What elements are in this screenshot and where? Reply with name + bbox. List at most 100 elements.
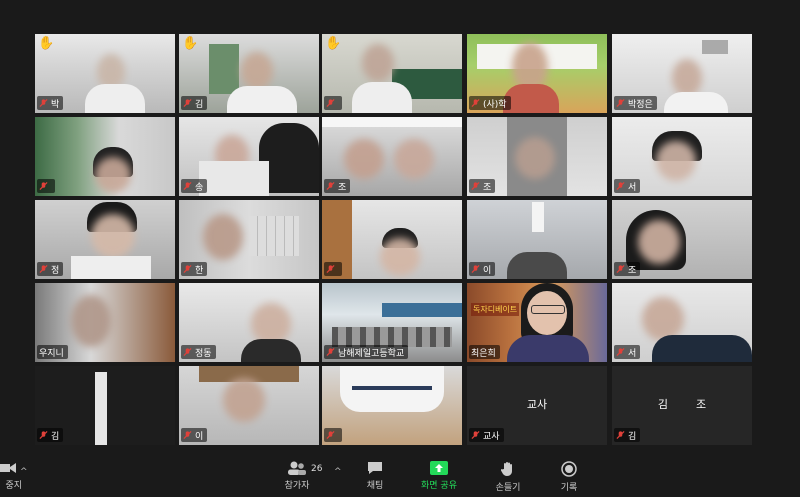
participant-tile[interactable]: 이 bbox=[467, 200, 607, 279]
participant-name-bar: 교사 bbox=[469, 428, 504, 442]
raise-hand-label: 손들기 bbox=[495, 483, 521, 493]
participant-display-name: 교사 bbox=[526, 398, 548, 411]
participant-name: 김 bbox=[195, 99, 204, 110]
participant-tile[interactable] bbox=[35, 117, 175, 196]
participant-name-bar bbox=[37, 179, 55, 193]
participant-tile[interactable]: 김 조 김 bbox=[612, 366, 752, 445]
muted-mic-icon bbox=[183, 347, 192, 357]
participant-name: 김 bbox=[628, 431, 637, 442]
participant-name: 조 bbox=[338, 182, 347, 193]
participant-name-bar bbox=[324, 262, 342, 276]
participant-name-bar: 한 bbox=[181, 262, 208, 276]
record-label: 기록 bbox=[560, 483, 578, 493]
active-speaker-tile[interactable]: 독자디베이트 최은희 bbox=[467, 283, 607, 362]
stop-video-button[interactable]: 중지 bbox=[0, 461, 22, 497]
participants-count: 26 bbox=[311, 464, 323, 474]
participant-name: 정동 bbox=[195, 348, 212, 359]
muted-mic-icon bbox=[183, 264, 192, 274]
hand-icon bbox=[501, 462, 512, 476]
participant-name-bar: 송 bbox=[181, 179, 208, 193]
participant-tile[interactable]: 송 bbox=[179, 117, 319, 196]
participant-tile[interactable]: 교사 교사 bbox=[467, 366, 607, 445]
participant-tile[interactable]: ✋ 김 bbox=[179, 34, 319, 113]
participant-name: 조 bbox=[483, 182, 492, 193]
participant-tile[interactable]: 조 bbox=[612, 200, 752, 279]
participant-name: 서 bbox=[628, 348, 637, 359]
participant-name: 한 bbox=[195, 265, 204, 276]
participant-tile[interactable]: 정동 bbox=[179, 283, 319, 362]
participant-name-bar: 조 bbox=[469, 179, 496, 193]
participant-tile[interactable]: ✋ 박 bbox=[35, 34, 175, 113]
participant-name-bar: 조 bbox=[324, 179, 351, 193]
participant-display-name: 김 조 bbox=[657, 398, 707, 411]
muted-mic-icon bbox=[471, 264, 480, 274]
muted-mic-icon bbox=[616, 347, 625, 357]
participant-tile[interactable]: 우지니 bbox=[35, 283, 175, 362]
participant-tile[interactable]: 조 bbox=[322, 117, 462, 196]
muted-mic-icon bbox=[326, 98, 335, 108]
video-gallery: ✋ 박 ✋ 김 ✋ (사)학 박정은 송 조 조 서 정 한 이 조 우지니 정… bbox=[0, 0, 800, 455]
participant-name-bar: 조 bbox=[614, 262, 641, 276]
participant-name-bar: 이 bbox=[469, 262, 496, 276]
participant-tile[interactable]: 서 bbox=[612, 283, 752, 362]
participant-tile[interactable]: 조 bbox=[467, 117, 607, 196]
participant-name: 우지니 bbox=[39, 348, 64, 359]
muted-mic-icon bbox=[39, 264, 48, 274]
muted-mic-icon bbox=[39, 181, 48, 191]
muted-mic-icon bbox=[471, 430, 480, 440]
muted-mic-icon bbox=[326, 430, 335, 440]
video-options-caret[interactable]: ^ bbox=[20, 467, 28, 477]
video-icon bbox=[0, 463, 16, 473]
participant-name-bar: 남해제일고등학교 bbox=[324, 345, 409, 359]
muted-mic-icon bbox=[39, 98, 48, 108]
raised-hand-icon: ✋ bbox=[325, 36, 342, 51]
share-screen-button[interactable]: 화면 공유 bbox=[412, 461, 466, 497]
participant-tile[interactable] bbox=[322, 200, 462, 279]
participant-tile[interactable]: 박정은 bbox=[612, 34, 752, 113]
muted-mic-icon bbox=[616, 98, 625, 108]
participant-name-bar: 박 bbox=[37, 96, 64, 110]
muted-mic-icon bbox=[616, 181, 625, 191]
participant-tile[interactable]: 정 bbox=[35, 200, 175, 279]
participant-name-bar: 이 bbox=[181, 428, 208, 442]
participant-name: 교사 bbox=[483, 431, 500, 442]
participant-tile[interactable]: 남해제일고등학교 bbox=[322, 283, 462, 362]
participant-tile[interactable]: 김 bbox=[35, 366, 175, 445]
raised-hand-icon: ✋ bbox=[182, 36, 199, 51]
participant-name: 이 bbox=[195, 431, 204, 442]
participant-name: 박 bbox=[51, 99, 60, 110]
record-icon bbox=[561, 461, 577, 477]
muted-mic-icon bbox=[616, 430, 625, 440]
participant-tile[interactable]: (사)학 bbox=[467, 34, 607, 113]
participants-options-caret[interactable]: ^ bbox=[334, 467, 342, 477]
participant-tile[interactable]: 한 bbox=[179, 200, 319, 279]
meeting-toolbar: 중지 ^ 참가자 26 ^ 채팅 화면 공유 손들기 기록 bbox=[0, 455, 800, 497]
chat-button[interactable]: 채팅 bbox=[348, 461, 402, 497]
participant-tile[interactable]: 이 bbox=[179, 366, 319, 445]
muted-mic-icon bbox=[616, 264, 625, 274]
participant-name: 남해제일고등학교 bbox=[338, 348, 405, 359]
participant-name-bar bbox=[324, 428, 342, 442]
participant-name-bar: (사)학 bbox=[469, 96, 511, 110]
raise-hand-button[interactable]: 손들기 bbox=[481, 461, 535, 497]
participant-name: 김 bbox=[51, 431, 60, 442]
muted-mic-icon bbox=[183, 98, 192, 108]
share-screen-label: 화면 공유 bbox=[421, 481, 457, 491]
participant-name-bar: 김 bbox=[614, 428, 641, 442]
participant-name-bar: 김 bbox=[37, 428, 64, 442]
muted-mic-icon bbox=[39, 430, 48, 440]
participant-tile[interactable]: 서 bbox=[612, 117, 752, 196]
stop-video-label: 중지 bbox=[5, 481, 22, 491]
participant-name-bar: 정 bbox=[37, 262, 64, 276]
muted-mic-icon bbox=[183, 181, 192, 191]
participant-name: 송 bbox=[195, 182, 204, 193]
participant-name-bar bbox=[324, 96, 342, 110]
participant-tile[interactable]: ✋ bbox=[322, 34, 462, 113]
record-button[interactable]: 기록 bbox=[542, 461, 596, 497]
muted-mic-icon bbox=[471, 181, 480, 191]
muted-mic-icon bbox=[326, 181, 335, 191]
chat-icon bbox=[368, 462, 382, 474]
participant-name-bar: 우지니 bbox=[37, 345, 68, 359]
raised-hand-icon: ✋ bbox=[38, 36, 55, 51]
participant-tile[interactable] bbox=[322, 366, 462, 445]
